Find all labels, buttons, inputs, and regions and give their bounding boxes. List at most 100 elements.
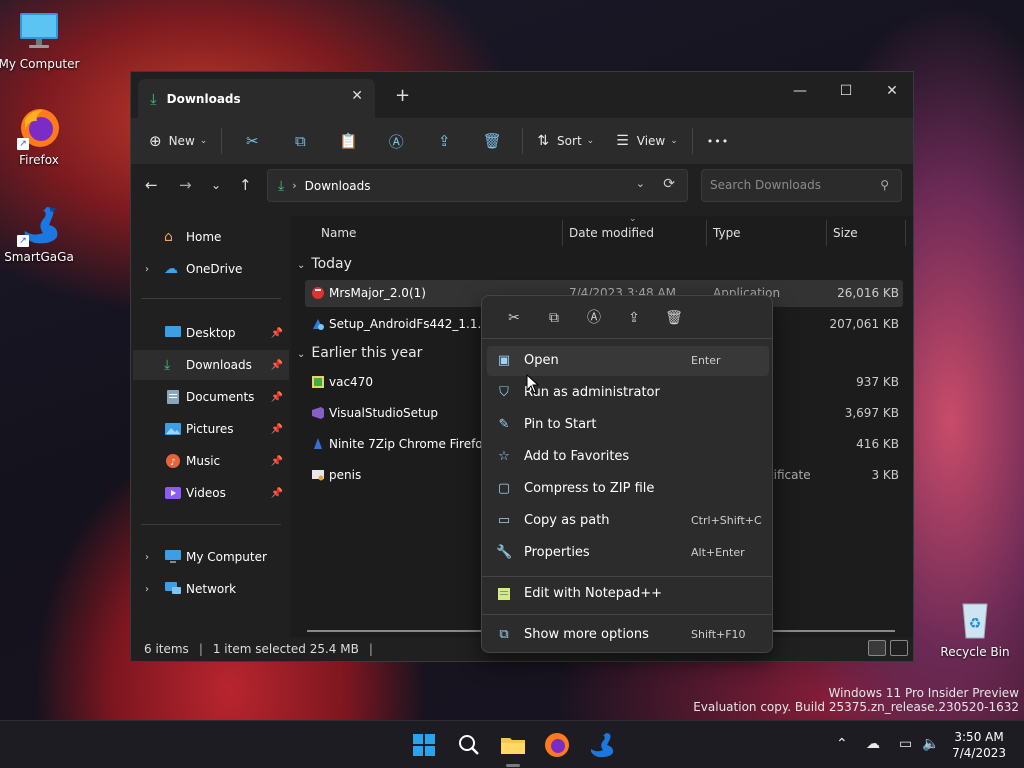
rename-icon[interactable]: Ⓐ [372, 125, 420, 157]
column-header-name[interactable]: Name [321, 226, 356, 240]
pin-icon[interactable]: 📌 [271, 360, 283, 371]
sidebar-item-pictures[interactable]: Pictures 📌 [133, 414, 289, 444]
menu-item-label: Properties [524, 545, 590, 560]
column-header-size[interactable]: Size [833, 226, 858, 240]
file-size: 3 KB [871, 468, 899, 482]
pin-icon[interactable]: 📌 [271, 456, 283, 467]
search-button[interactable] [454, 730, 484, 760]
navigation-pane: ⌂ Home › ☁ OneDrive Desktop 📌 ⤓ Download… [131, 216, 289, 640]
refresh-icon[interactable]: ⟳ [663, 176, 675, 192]
sidebar-item-downloads[interactable]: ⤓ Downloads 📌 [133, 350, 289, 380]
chevron-right-icon[interactable]: › [145, 552, 149, 563]
minimize-button[interactable]: — [777, 77, 823, 107]
view-button[interactable]: ☰ View ⌄ [608, 125, 686, 157]
group-header-today[interactable]: ⌄ Today [297, 256, 352, 272]
desktop-icon-label: Firefox [19, 153, 59, 167]
sort-icon: ⇅ [537, 133, 550, 149]
more-options-icon: ⧉ [499, 627, 509, 642]
column-divider[interactable] [905, 220, 906, 246]
cut-icon[interactable]: ✂ [228, 125, 276, 157]
menu-item-properties[interactable]: 🔧 Properties Alt+Enter [487, 538, 769, 568]
menu-item-add-to-favorites[interactable]: ☆ Add to Favorites [487, 442, 769, 472]
pin-icon[interactable]: 📌 [271, 488, 283, 499]
forward-arrow-icon[interactable]: → [179, 176, 192, 194]
copy-icon[interactable]: ⧉ [276, 125, 324, 157]
taskbar-smartgaga[interactable] [586, 730, 616, 760]
column-divider[interactable] [706, 220, 707, 246]
sidebar-item-network[interactable]: › Network [133, 574, 289, 604]
chevron-up-icon[interactable]: ⌃ [836, 736, 848, 752]
paste-icon[interactable]: 📋 [324, 125, 372, 157]
tab-downloads[interactable]: ⤓ Downloads ✕ [138, 79, 375, 118]
pin-icon[interactable]: 📌 [271, 424, 283, 435]
desktop-icon-recycle-bin[interactable]: ♻ Recycle Bin [933, 598, 1017, 659]
tab-close-icon[interactable]: ✕ [351, 88, 363, 104]
delete-icon[interactable]: 🗑 [468, 125, 516, 157]
sidebar-item-videos[interactable]: Videos 📌 [133, 478, 289, 508]
recent-chevron-icon[interactable]: ⌄ [211, 178, 221, 192]
rename-icon[interactable]: Ⓐ [574, 306, 614, 330]
menu-item-label: Pin to Start [524, 417, 597, 432]
back-arrow-icon[interactable]: ← [145, 176, 158, 194]
share-icon[interactable]: ⇪ [420, 125, 468, 157]
search-input[interactable]: Search Downloads ⚲ [701, 169, 902, 202]
up-arrow-icon[interactable]: ↑ [239, 176, 252, 194]
cut-icon[interactable]: ✂ [494, 306, 534, 330]
column-divider[interactable] [562, 220, 563, 246]
desktop-icon-smartgaga[interactable]: ↗ SmartGaGa [0, 203, 81, 264]
maximize-button[interactable]: ☐ [823, 77, 869, 107]
chevron-down-icon[interactable]: ⌄ [636, 177, 645, 190]
chevron-down-icon: ⌄ [670, 136, 678, 146]
new-tab-button[interactable]: + [395, 85, 410, 106]
menu-item-edit-notepadpp[interactable]: Edit with Notepad++ [487, 579, 769, 609]
chevron-right-icon[interactable]: › [145, 264, 149, 275]
file-name: penis [329, 468, 362, 482]
volume-icon[interactable]: 🔈 [922, 736, 939, 752]
menu-item-show-more-options[interactable]: ⧉ Show more options Shift+F10 [487, 620, 769, 650]
share-icon[interactable]: ⇪ [614, 306, 654, 330]
network-icon[interactable]: ▭ [899, 736, 912, 752]
chevron-right-icon[interactable]: › [145, 584, 149, 595]
address-bar[interactable]: ⤓ › Downloads ⌄ ⟳ [267, 169, 688, 202]
pin-icon[interactable]: 📌 [271, 328, 283, 339]
copy-icon[interactable]: ⧉ [534, 306, 574, 330]
details-view-icon[interactable] [868, 640, 886, 656]
menu-shortcut: Ctrl+Shift+C [691, 514, 762, 527]
sidebar-item-music[interactable]: ♪ Music 📌 [133, 446, 289, 476]
menu-item-open[interactable]: ▣ Open Enter [487, 346, 769, 376]
desktop-icon-my-computer[interactable]: My Computer [0, 10, 81, 71]
music-icon: ♪ [164, 453, 182, 469]
sidebar-item-my-computer[interactable]: › My Computer [133, 542, 289, 572]
taskbar-firefox[interactable] [542, 730, 572, 760]
active-app-indicator [506, 764, 520, 767]
system-clock[interactable]: 3:50 AM 7/4/2023 [952, 729, 1006, 761]
close-button[interactable]: ✕ [869, 77, 913, 107]
start-button[interactable] [409, 730, 439, 760]
column-divider[interactable] [826, 220, 827, 246]
see-more-button[interactable]: ••• [699, 125, 737, 157]
desktop-icon-firefox[interactable]: ↗ Firefox [0, 106, 81, 167]
clock-date: 7/4/2023 [952, 746, 1006, 760]
menu-item-compress-zip[interactable]: ▢ Compress to ZIP file [487, 474, 769, 504]
taskbar-file-explorer[interactable] [498, 730, 528, 760]
menu-item-pin-to-start[interactable]: ✎ Pin to Start [487, 410, 769, 440]
group-header-earlier-this-year[interactable]: ⌄ Earlier this year [297, 345, 422, 361]
sidebar-item-desktop[interactable]: Desktop 📌 [133, 318, 289, 348]
sidebar-item-onedrive[interactable]: › ☁ OneDrive [133, 254, 289, 284]
open-window-icon: ▣ [497, 353, 511, 368]
new-button[interactable]: ⊕ New ⌄ [141, 125, 215, 157]
menu-item-copy-as-path[interactable]: ▭ Copy as path Ctrl+Shift+C [487, 506, 769, 536]
sidebar-item-home[interactable]: ⌂ Home [133, 222, 289, 252]
sort-button[interactable]: ⇅ Sort ⌄ [529, 125, 602, 157]
title-bar: ⤓ Downloads ✕ + — ☐ ✕ [131, 72, 913, 118]
download-icon: ⤓ [278, 177, 285, 194]
delete-icon[interactable]: 🗑 [654, 306, 694, 330]
column-header-date[interactable]: Date modified [569, 226, 654, 240]
pin-icon[interactable]: 📌 [271, 392, 283, 403]
breadcrumb-downloads[interactable]: Downloads [305, 179, 371, 193]
tiles-view-icon[interactable] [890, 640, 908, 656]
file-size: 3,697 KB [844, 406, 899, 420]
sidebar-item-documents[interactable]: Documents 📌 [133, 382, 289, 412]
onedrive-offline-icon[interactable]: ☁ [866, 736, 880, 752]
column-header-type[interactable]: Type [713, 226, 741, 240]
